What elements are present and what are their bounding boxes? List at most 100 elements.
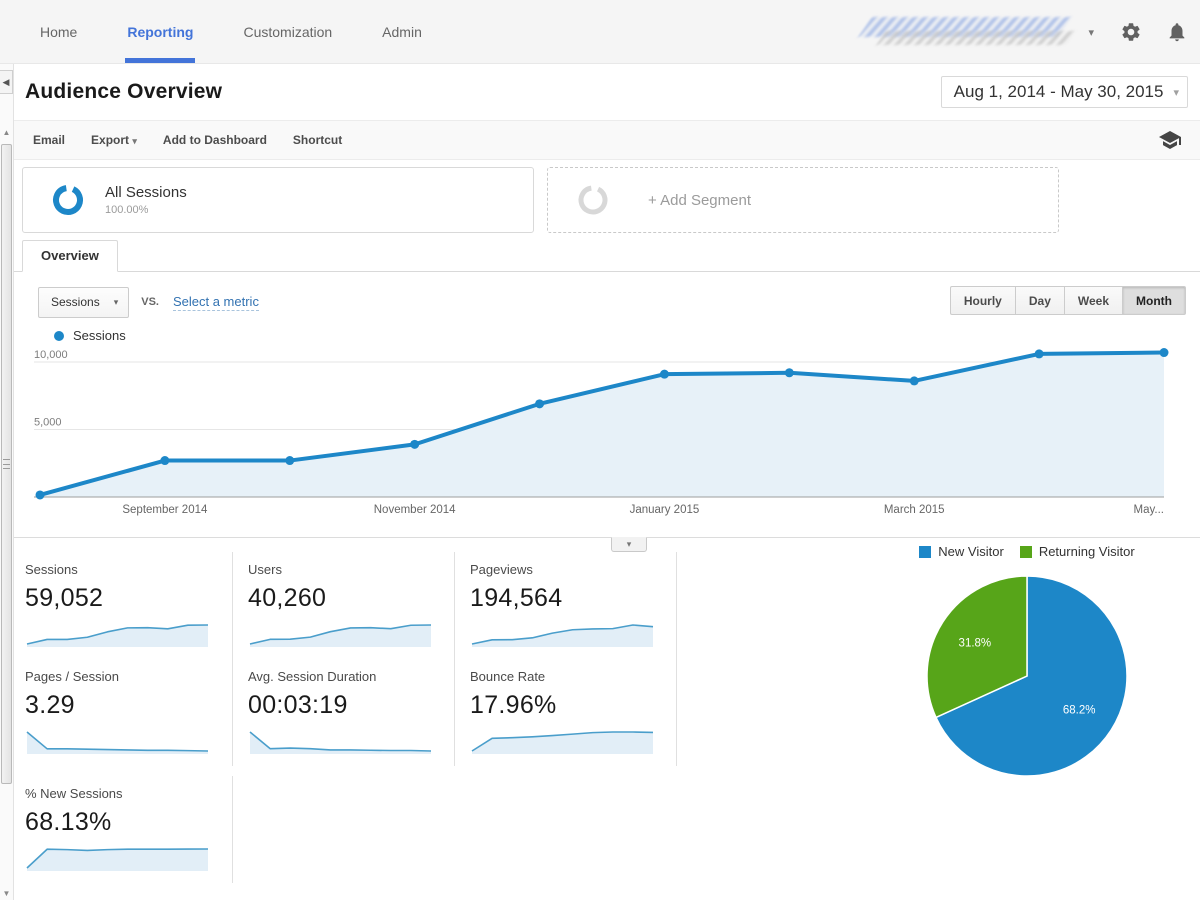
returning-visitor-swatch-icon [1019, 545, 1032, 558]
metric-label: Pageviews [470, 562, 533, 577]
tab-overview[interactable]: Overview [22, 240, 118, 272]
metric-label: Sessions [25, 562, 78, 577]
metric-card-avg-session-duration[interactable]: Avg. Session Duration 00:03:19 [233, 659, 455, 766]
nav-item-reporting[interactable]: Reporting [125, 0, 196, 63]
svg-text:September 2014: September 2014 [122, 504, 208, 516]
notifications-bell-icon[interactable] [1166, 21, 1188, 43]
metric-sparkline [26, 624, 209, 647]
svg-text:May...: May... [1134, 504, 1164, 516]
nav-item-home[interactable]: Home [40, 0, 77, 63]
metric-value: 68.13% [25, 808, 112, 836]
date-range-selector[interactable]: Aug 1, 2014 - May 30, 2015 ▾ [940, 76, 1188, 108]
granularity-day-button[interactable]: Day [1014, 286, 1064, 315]
email-button[interactable]: Email [33, 133, 65, 147]
add-to-dashboard-button[interactable]: Add to Dashboard [163, 133, 267, 147]
report-tab-bar: Overview [14, 240, 1200, 272]
granularity-button-group: Hourly Day Week Month [949, 286, 1186, 315]
visitor-type-pie-block: New Visitor Returning Visitor 68.2% 31.8% [862, 544, 1192, 781]
metric-label: Pages / Session [25, 669, 119, 684]
granularity-week-button[interactable]: Week [1063, 286, 1123, 315]
svg-text:10,000: 10,000 [34, 349, 68, 361]
metric-value: 17.96% [470, 691, 557, 719]
legend-item-new-visitor[interactable]: New Visitor [919, 544, 1004, 559]
metric-sparkline [471, 731, 654, 754]
annotations-pull-tab[interactable]: ▾ [611, 537, 647, 552]
legend-label: New Visitor [938, 544, 1004, 559]
metric-sparkline [26, 848, 209, 871]
primary-nav: Home Reporting Customization Admin [40, 0, 472, 63]
chart-legend: Sessions [54, 328, 1200, 343]
top-nav: Home Reporting Customization Admin ▾ [0, 0, 1200, 64]
shortcut-button[interactable]: Shortcut [293, 133, 342, 147]
granularity-hourly-button[interactable]: Hourly [949, 286, 1015, 315]
export-button[interactable]: Export ▾ [91, 133, 137, 147]
sessions-line-chart[interactable]: 5,000 10,000 September 2014 November 2014 Ja… [32, 347, 1182, 525]
metric-dropdown-caret-icon: ▾ [113, 296, 119, 307]
page-header: Audience Overview Aug 1, 2014 - May 30, … [14, 64, 1200, 120]
metric-value: 40,260 [248, 584, 327, 612]
segment-all-sessions[interactable]: All Sessions 100.00% [22, 167, 534, 233]
left-scroll-strip: ◀ ▲ ▼ [0, 64, 14, 900]
sidebar-collapse-button[interactable]: ◀ [0, 70, 13, 94]
metric-sparkline [26, 731, 209, 754]
metric-dropdown-value: Sessions [51, 295, 100, 309]
vs-label: VS. [141, 296, 159, 308]
nav-item-admin[interactable]: Admin [382, 0, 422, 63]
report-action-bar: Email Export ▾ Add to Dashboard Shortcut [14, 120, 1200, 160]
metric-value: 194,564 [470, 584, 563, 612]
svg-text:March 2015: March 2015 [884, 504, 945, 516]
metric-card-sessions[interactable]: Sessions 59,052 [25, 552, 233, 659]
export-caret-icon: ▾ [132, 136, 137, 146]
scroll-down-button[interactable]: ▼ [0, 889, 13, 898]
segment-percent: 100.00% [105, 204, 149, 216]
add-segment-label: + Add Segment [648, 191, 751, 209]
legend-label: Returning Visitor [1038, 544, 1135, 559]
metric-card-users[interactable]: Users 40,260 [233, 552, 455, 659]
metrics-summary: Sessions 59,052 Users 40,260 Pageviews 1… [14, 538, 1200, 883]
svg-text:5,000: 5,000 [34, 417, 62, 429]
segment-donut-icon [51, 183, 85, 217]
metric-value: 00:03:19 [248, 691, 348, 719]
metric-dropdown[interactable]: Sessions ▾ [38, 286, 130, 318]
sessions-legend-dot-icon [54, 330, 64, 341]
nav-item-customization[interactable]: Customization [243, 0, 332, 63]
settings-gear-icon[interactable] [1120, 21, 1142, 43]
metric-label: Bounce Rate [470, 669, 546, 684]
account-name-redacted[interactable] [858, 15, 1080, 49]
legend-item-returning-visitor[interactable]: Returning Visitor [1019, 544, 1135, 559]
scroll-up-button[interactable]: ▲ [0, 128, 13, 137]
segment-name: All Sessions [105, 184, 187, 201]
chart-controls: Sessions ▾ VS. Select a metric Hourly Da… [14, 272, 1200, 318]
scrollbar-grip-icon [3, 459, 10, 469]
metric-card-pages-per-session[interactable]: Pages / Session 3.29 [25, 659, 233, 766]
metric-card-bounce-rate[interactable]: Bounce Rate 17.96% [455, 659, 677, 766]
select-a-metric-link[interactable]: Select a metric [172, 294, 259, 311]
segments-row: All Sessions 100.00% + Add Segment [14, 160, 1200, 240]
scrollbar-thumb[interactable] [1, 144, 12, 784]
sessions-legend-label: Sessions [73, 328, 126, 343]
metric-card-new-sessions[interactable]: % New Sessions 68.13% [25, 776, 233, 883]
new-visitor-swatch-icon [919, 545, 932, 558]
granularity-month-button[interactable]: Month [1122, 286, 1186, 315]
metric-value: 3.29 [25, 691, 75, 719]
date-range-caret-icon: ▾ [1173, 86, 1179, 99]
page-title: Audience Overview [25, 80, 223, 103]
add-segment-donut-icon [576, 183, 610, 217]
svg-text:November 2014: November 2014 [374, 504, 456, 516]
metric-sparkline [249, 731, 432, 754]
account-dropdown-caret-icon[interactable]: ▾ [1088, 26, 1094, 39]
metric-value: 59,052 [25, 584, 104, 612]
intelligence-events-icon[interactable] [1158, 128, 1182, 152]
metric-label: Users [248, 562, 282, 577]
add-segment-button[interactable]: + Add Segment [547, 167, 1059, 233]
metric-label: Avg. Session Duration [248, 669, 377, 684]
metric-sparkline [249, 624, 432, 647]
metric-sparkline [471, 624, 654, 647]
svg-text:January 2015: January 2015 [630, 504, 700, 516]
metric-label: % New Sessions [25, 786, 123, 801]
metric-card-pageviews[interactable]: Pageviews 194,564 [455, 552, 677, 659]
svg-text:68.2%: 68.2% [1063, 705, 1096, 717]
visitor-type-pie-chart[interactable]: 68.2% 31.8% [922, 571, 1132, 781]
svg-text:31.8%: 31.8% [959, 637, 992, 649]
overview-chart-panel: Sessions ▾ VS. Select a metric Hourly Da… [14, 272, 1200, 552]
